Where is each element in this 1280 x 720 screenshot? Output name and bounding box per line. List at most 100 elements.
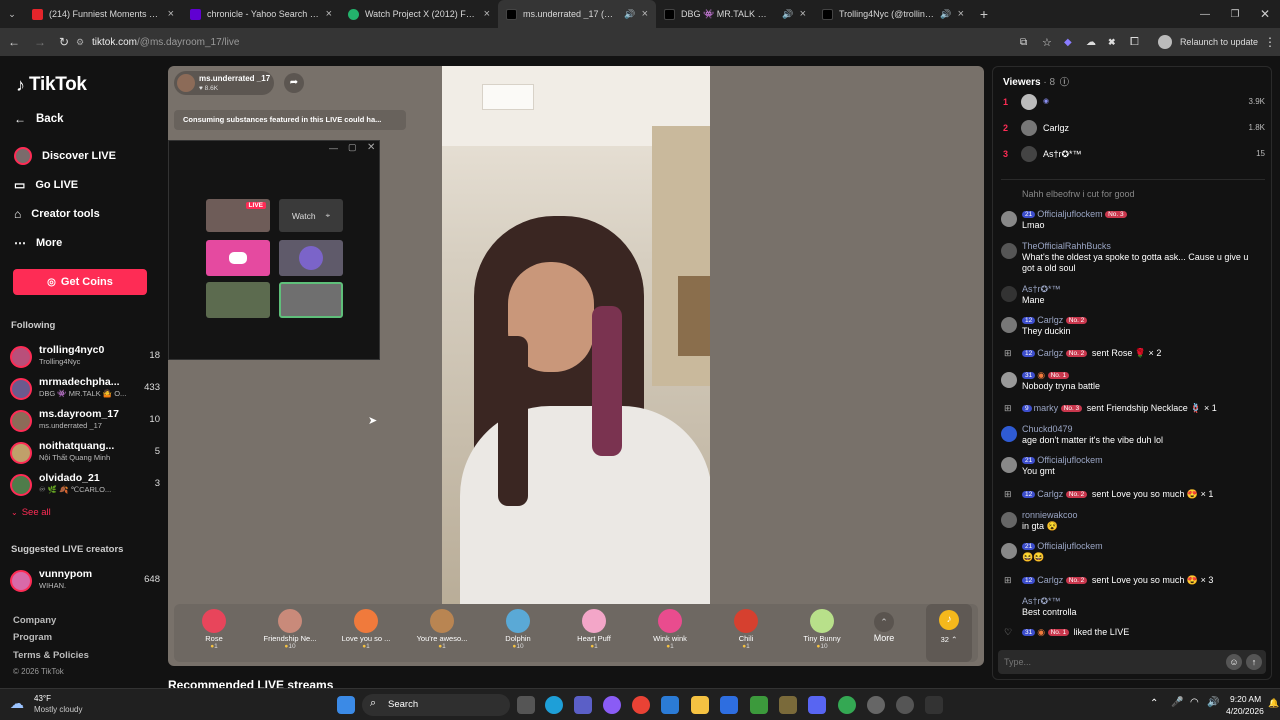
gift-more-button[interactable]: ⌃ More — [854, 604, 914, 662]
discord-tile[interactable] — [206, 240, 270, 276]
close-tab-icon[interactable]: × — [168, 8, 174, 20]
see-all-link[interactable]: ⌄ See all — [11, 507, 51, 518]
following-item[interactable]: ms.dayroom_17 ms.underrated _17 10 — [10, 408, 160, 436]
share-button[interactable]: ➦ — [284, 73, 304, 93]
tab-project-x[interactable]: Watch Project X (2012) For Free× — [340, 0, 498, 28]
minimize-icon[interactable]: — — [1190, 9, 1220, 20]
live-video[interactable] — [442, 66, 710, 606]
copilot-icon[interactable] — [603, 696, 621, 714]
chat-input[interactable] — [1004, 654, 1214, 670]
live-thumbnail[interactable]: LIVE — [206, 199, 270, 232]
forward-arrow-icon[interactable]: → — [28, 35, 52, 49]
nav-more[interactable]: ⋯ More — [14, 236, 62, 250]
bookmark-star-icon[interactable]: ☆ — [1042, 36, 1064, 49]
extension-icon[interactable]: ◆ — [1064, 37, 1086, 48]
nav-go-live[interactable]: ▭ Go LIVE — [14, 178, 78, 192]
open-in-app-icon[interactable]: ⧉ — [1020, 37, 1042, 48]
gift-dolphin[interactable]: Dolphin ●10 — [480, 604, 556, 662]
gift-heart-puff[interactable]: Heart Puff ●1 — [556, 604, 632, 662]
back-arrow-icon[interactable]: ← — [0, 35, 28, 49]
gift-youre-awesome[interactable]: You're aweso... ●1 — [404, 604, 480, 662]
microphone-icon[interactable]: 🎤 — [1171, 697, 1183, 708]
epic-games-icon[interactable] — [925, 696, 943, 714]
puzzle-extensions-icon[interactable]: ⧠ — [1130, 36, 1152, 49]
tiktok-logo[interactable]: ♪ TikTok — [16, 74, 87, 96]
file-explorer-icon[interactable] — [691, 696, 709, 714]
relaunch-button[interactable]: Relaunch to update — [1180, 37, 1258, 47]
game-icon[interactable] — [779, 696, 797, 714]
chrome-icon[interactable] — [632, 696, 650, 714]
gift-tiny-bunny[interactable]: Tiny Bunny ●10 — [784, 604, 860, 662]
footer-company-link[interactable]: Company — [13, 615, 56, 626]
following-item[interactable]: olvidado_21 ♾ 🌿 🍂 ℃CARLO... 3 — [10, 472, 160, 500]
windows-start-icon[interactable] — [337, 696, 355, 714]
speaker-icon[interactable]: 🔊 — [940, 9, 951, 20]
tab-tiktok-live[interactable]: ms.underrated _17 (@ms.da🔊× — [498, 0, 656, 28]
url-field[interactable]: tiktok.com/@ms.dayroom_17/live — [92, 37, 1020, 48]
viewer-row[interactable]: 1 ◉ 3.9K — [1003, 93, 1265, 113]
footer-terms-link[interactable]: Terms & Policies — [13, 650, 89, 661]
app-tile[interactable] — [279, 282, 343, 318]
popup-minimize-icon[interactable]: — — [329, 143, 338, 153]
popup-close-icon[interactable]: ✕ — [367, 142, 375, 153]
gift-friendship-necklace[interactable]: Friendship Ne... ●10 — [252, 604, 328, 662]
emoji-icon[interactable]: ☺ — [1226, 654, 1242, 670]
speaker-icon[interactable]: 🔊 — [624, 9, 635, 20]
reload-icon[interactable]: ↻ — [52, 35, 76, 49]
get-coins-button[interactable]: ◎ Get Coins — [13, 269, 147, 295]
gift-chili[interactable]: Chili ●1 — [708, 604, 784, 662]
site-info-icon[interactable]: ⚙ — [76, 37, 92, 48]
nav-discover-live[interactable]: Discover LIVE — [14, 147, 116, 165]
tab-youtube[interactable]: (214) Funniest Moments On Po× — [24, 0, 182, 28]
viewer-row[interactable]: 2 Carlgz 1.8K — [1003, 119, 1265, 139]
close-tab-icon[interactable]: × — [958, 8, 964, 20]
chrome-icon[interactable] — [838, 696, 856, 714]
nav-creator-tools[interactable]: ⌂ Creator tools — [14, 207, 100, 221]
close-tab-icon[interactable]: × — [326, 8, 332, 20]
taskbar-search[interactable]: ⌕ Search — [362, 694, 510, 716]
close-window-icon[interactable]: ✕ — [1250, 7, 1280, 21]
notifications-icon[interactable]: 🔔 — [1268, 698, 1279, 709]
coins-balance[interactable]: ♪ 32 ⌃ — [926, 604, 972, 662]
profile-avatar[interactable] — [1157, 35, 1172, 49]
store-icon[interactable] — [661, 696, 679, 714]
wifi-icon[interactable]: ◠ — [1190, 697, 1199, 708]
recording-icon[interactable] — [896, 696, 914, 714]
send-icon[interactable]: ↑ — [1246, 654, 1262, 670]
host-card[interactable]: ms.underrated _17 ♥ 8.6K — [174, 71, 274, 95]
new-tab-button[interactable]: + — [972, 6, 996, 22]
xbox-icon[interactable] — [750, 696, 768, 714]
settings-gear-icon[interactable] — [867, 696, 885, 714]
tab-yahoo[interactable]: chronicle - Yahoo Search Result× — [182, 0, 340, 28]
speaker-icon[interactable]: 🔊 — [782, 9, 793, 20]
app-c-icon[interactable] — [720, 696, 738, 714]
task-view-icon[interactable] — [517, 696, 535, 714]
app-tile[interactable] — [206, 282, 270, 318]
gift-love-you-so-much[interactable]: Love you so ... ●1 — [328, 604, 404, 662]
volume-icon[interactable]: 🔊 — [1207, 697, 1219, 708]
chevron-up-icon[interactable]: ⌃ — [1150, 698, 1158, 709]
viewer-row[interactable]: 3 As†r✪*™ 15 — [1003, 145, 1265, 165]
tab-tiktok-trolling[interactable]: Trolling4Nyc (@trolling4ny 🔊 × — [814, 0, 972, 28]
footer-program-link[interactable]: Program — [13, 632, 52, 643]
teams-icon[interactable] — [574, 696, 592, 714]
following-item[interactable]: trolling4nyc0 Trolling4Nyc 18 — [10, 344, 160, 372]
following-item[interactable]: noithatquang... Nội Thất Quang Minh 5 — [10, 440, 160, 468]
tab-tiktok-dbg[interactable]: DBG 👾 MR.TALK 🤷 OF f's D🔊× — [656, 0, 814, 28]
menu-dots-icon[interactable]: ⋮ — [1264, 35, 1280, 49]
tab-search-icon[interactable]: ⌄ — [0, 9, 24, 20]
close-tab-icon[interactable]: × — [800, 8, 806, 20]
discord-icon[interactable] — [808, 696, 826, 714]
popup-maximize-icon[interactable]: ▢ — [348, 142, 357, 153]
live-stage[interactable]: ms.underrated _17 ♥ 8.6K ➦ Consuming sub… — [168, 66, 984, 666]
extension-icon[interactable]: ✖ — [1108, 37, 1130, 48]
gift-wink-wink[interactable]: Wink wink ●1 — [632, 604, 708, 662]
edge-icon[interactable] — [545, 696, 563, 714]
extension-icon[interactable]: ☁ — [1086, 37, 1108, 48]
gift-rose[interactable]: Rose ●1 — [176, 604, 252, 662]
following-item[interactable]: mrmadechpha... DBG 👾 MR.TALK 🤷 O... 433 — [10, 376, 160, 404]
watch-button[interactable]: Watch ⌖ — [279, 199, 343, 232]
maximize-icon[interactable]: ❐ — [1220, 9, 1250, 20]
mini-player-popup[interactable]: — ▢ ✕ LIVE Watch ⌖ — [168, 140, 380, 360]
suggested-item[interactable]: vunnypom WIHAN. 648 — [10, 568, 160, 596]
